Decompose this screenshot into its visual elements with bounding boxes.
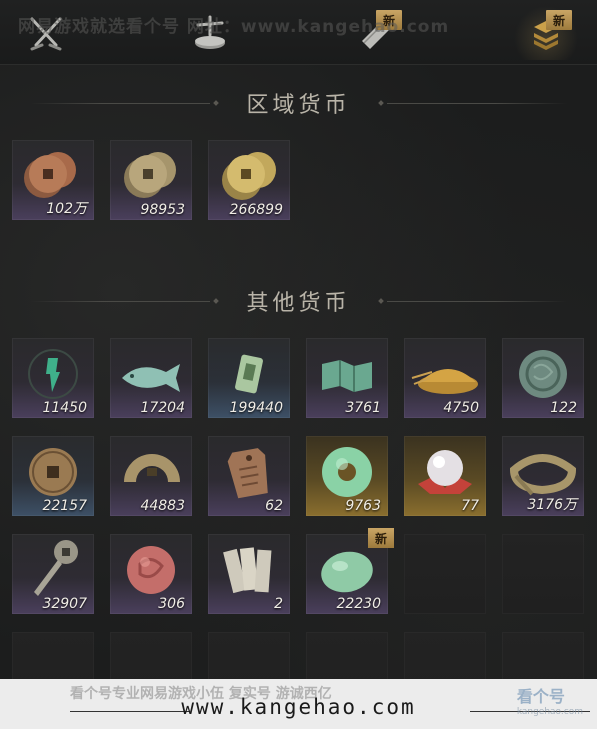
currency-quantity: 102万 xyxy=(46,201,87,217)
currency-slot[interactable]: 3761 xyxy=(306,338,388,418)
currency-quantity: 122 xyxy=(550,400,577,416)
currency-slot[interactable]: 22230 新 xyxy=(306,528,394,614)
currency-quantity: 22230 xyxy=(336,596,381,612)
currency-quantity: 62 xyxy=(265,498,283,514)
currency-quantity: 11450 xyxy=(42,400,87,416)
scale-icon xyxy=(195,15,225,49)
banner-logo-text: 看个号 xyxy=(516,687,565,706)
currency-slot[interactable]: 199440 xyxy=(208,338,290,418)
currency-slot[interactable]: 122 xyxy=(502,338,584,418)
currency-quantity: 77 xyxy=(461,498,479,514)
currency-slot[interactable]: 2 xyxy=(208,534,290,614)
currency-slot[interactable]: 32907 xyxy=(12,534,94,614)
currency-slot[interactable]: 44883 xyxy=(110,436,192,516)
currency-quantity: 199440 xyxy=(229,400,283,416)
new-badge: 新 xyxy=(376,10,402,30)
currency-quantity: 22157 xyxy=(42,498,87,514)
currency-quantity: 44883 xyxy=(140,498,185,514)
banner-url: www.kangehao.com xyxy=(181,695,416,719)
currency-slot[interactable]: 306 xyxy=(110,534,192,614)
tab-scroll[interactable]: 新 xyxy=(344,6,408,60)
currency-quantity: 2 xyxy=(274,596,283,612)
tab-combat[interactable] xyxy=(14,6,78,60)
currency-quantity: 306 xyxy=(158,596,185,612)
currency-quantity: 4750 xyxy=(443,400,479,416)
currency-slot[interactable]: 98953 xyxy=(110,140,192,220)
tab-balance[interactable] xyxy=(178,6,242,60)
section-title-text: 其他货币 xyxy=(246,291,351,316)
currency-quantity: 32907 xyxy=(42,596,87,612)
currency-slot[interactable]: 9763 xyxy=(306,436,388,516)
banner-logo: 看个号 kangehao.com xyxy=(517,683,583,717)
new-badge: 新 xyxy=(368,528,394,548)
currency-slot[interactable]: 62 xyxy=(208,436,290,516)
currency-slot[interactable]: 77 xyxy=(404,436,486,516)
currency-quantity: 9763 xyxy=(345,498,381,514)
new-badge: 新 xyxy=(546,10,572,30)
currency-slot[interactable]: 4750 xyxy=(404,338,486,418)
currency-quantity: 3176万 xyxy=(527,497,577,513)
section-title-regional: 区域货币 xyxy=(0,88,597,118)
empty-slot xyxy=(502,534,584,614)
tab-currency[interactable]: 新 xyxy=(514,6,578,60)
banner-logo-sub: kangehao.com xyxy=(516,707,583,717)
watermark-banner: 看个号专业网易游戏小伍 复实号 游诚西亿 www.kangehao.com 看个… xyxy=(0,679,597,729)
currency-slot[interactable]: 102万 xyxy=(12,140,94,220)
section-title-text: 区域货币 xyxy=(246,93,351,118)
currency-quantity: 3761 xyxy=(345,400,381,416)
top-tab-bar: 新 新 网易游戏就选看个号 网址：www.kangehao.com xyxy=(0,0,597,65)
currency-slot[interactable]: 266899 xyxy=(208,140,290,220)
empty-slot xyxy=(404,534,486,614)
currency-slot[interactable]: 3176万 xyxy=(502,436,584,516)
currency-slot[interactable]: 11450 xyxy=(12,338,94,418)
currency-quantity: 98953 xyxy=(140,202,185,218)
crossed-swords-icon xyxy=(30,17,62,51)
currency-slot[interactable]: 17204 xyxy=(110,338,192,418)
currency-quantity: 266899 xyxy=(229,202,283,218)
currency-slot[interactable]: 22157 xyxy=(12,436,94,516)
section-title-other: 其他货币 xyxy=(0,286,597,316)
currency-quantity: 17204 xyxy=(140,400,185,416)
